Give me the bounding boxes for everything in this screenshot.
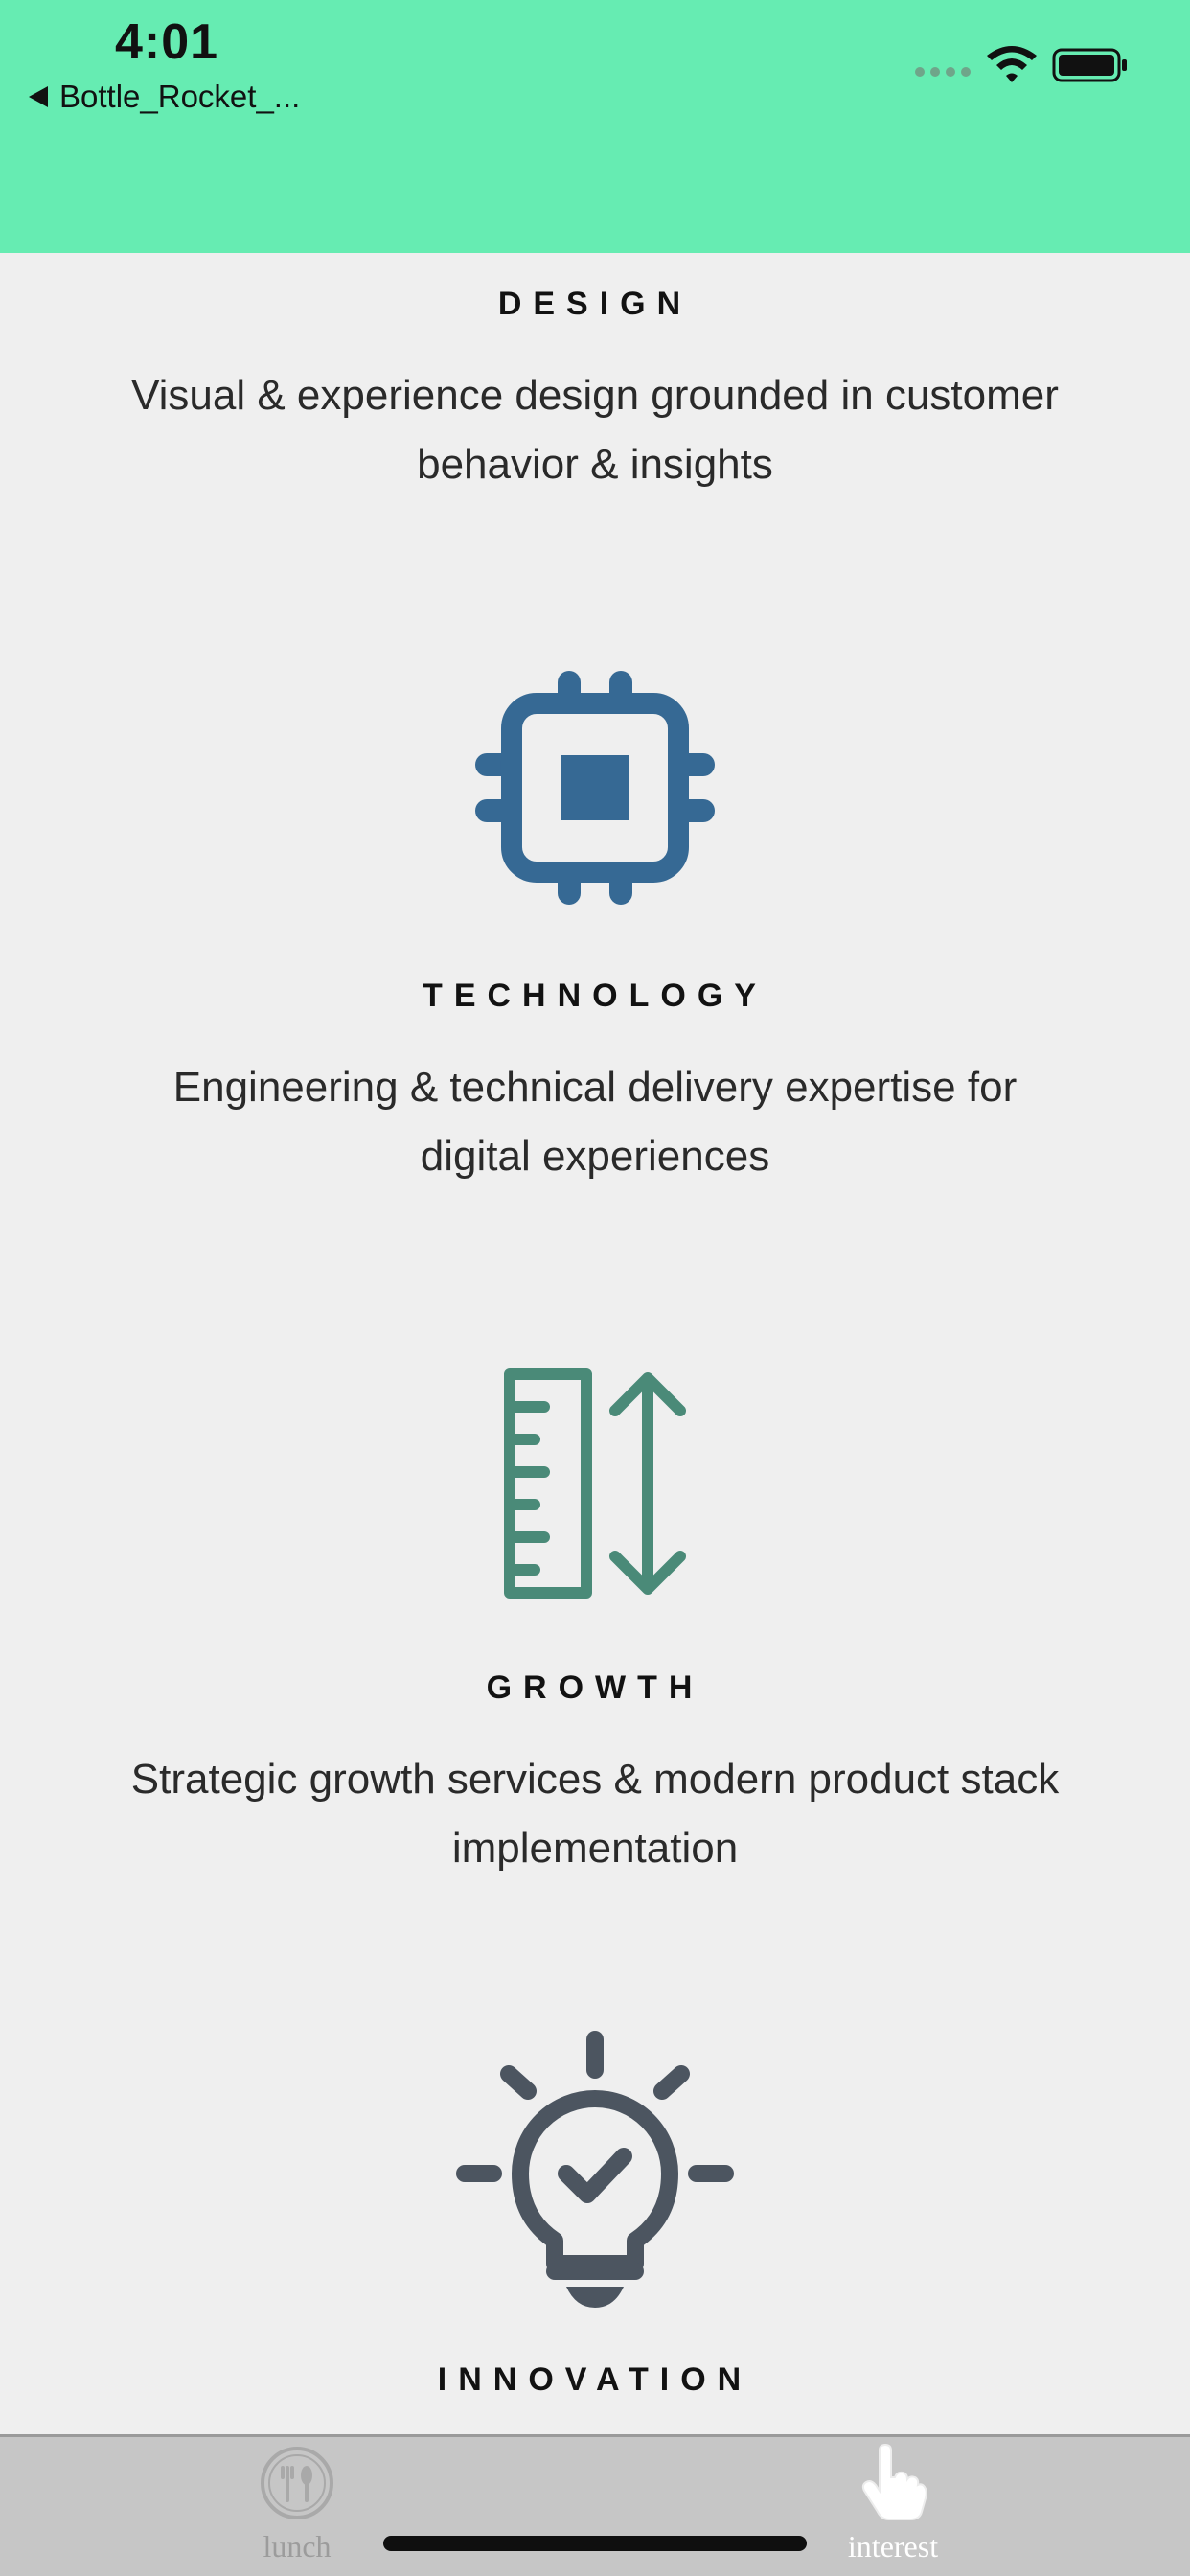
section-heading: DESIGN bbox=[497, 286, 693, 322]
section-design: DESIGN Visual & experience design ground… bbox=[0, 286, 1190, 499]
home-indicator[interactable] bbox=[383, 2536, 807, 2551]
wifi-icon bbox=[987, 46, 1037, 82]
chip-icon bbox=[0, 671, 1190, 905]
ruler-arrow-icon bbox=[0, 1368, 1190, 1598]
cellular-signal-icon bbox=[915, 67, 971, 77]
section-heading: TECHNOLOGY bbox=[423, 978, 767, 1014]
section-heading: INNOVATION bbox=[437, 2361, 753, 2398]
section-description: Strategic growth services & modern produ… bbox=[130, 1756, 1060, 1872]
section-growth: GROWTH Strategic growth services & moder… bbox=[0, 1669, 1190, 1883]
battery-icon bbox=[1052, 48, 1127, 82]
section-innovation: INNOVATION bbox=[0, 2361, 1190, 2399]
lightbulb-check-icon bbox=[0, 2030, 1190, 2317]
back-arrow-icon bbox=[29, 86, 48, 107]
back-label: Bottle_Rocket_... bbox=[59, 79, 301, 114]
section-description: Visual & experience design grounded in c… bbox=[131, 372, 1059, 488]
tab-bar: lunch interest bbox=[0, 2434, 1190, 2576]
back-to-app-button[interactable]: Bottle_Rocket_... bbox=[29, 79, 300, 115]
section-technology: TECHNOLOGY Engineering & technical deliv… bbox=[0, 978, 1190, 1191]
tab-interest[interactable]: interest bbox=[749, 2437, 1037, 2576]
section-heading: GROWTH bbox=[486, 1669, 704, 1706]
fork-spoon-icon bbox=[261, 2447, 333, 2519]
status-time: 4:01 bbox=[115, 14, 219, 70]
section-description: Engineering & technical delivery experti… bbox=[172, 1064, 1018, 1180]
status-bar: 4:01 Bottle_Rocket_... bbox=[0, 0, 1190, 253]
tab-lunch[interactable]: lunch bbox=[153, 2437, 441, 2576]
hand-pointer-icon bbox=[861, 2443, 927, 2520]
